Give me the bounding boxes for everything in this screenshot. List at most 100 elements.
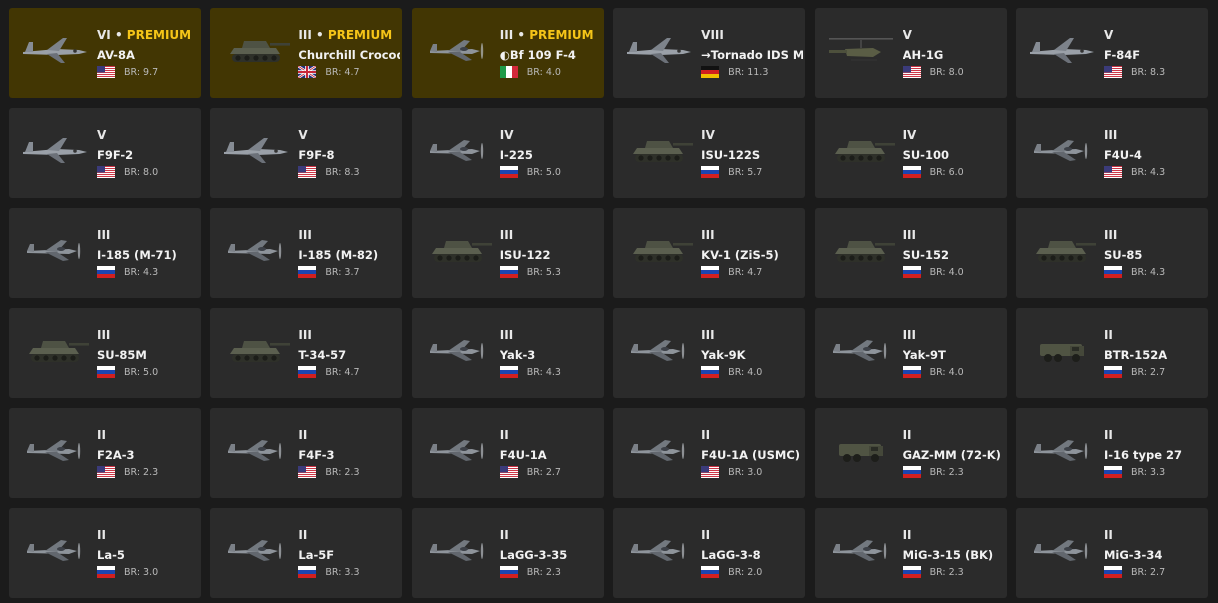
vehicle-card-33[interactable]: II LaGG-3-35 BR: 2.3 — [411, 508, 604, 598]
vehicle-info: VI • PREMIUM AV-8A BR: 9.7 — [97, 27, 199, 79]
vehicle-card-23[interactable]: III Yak-9T BR: 4.0 — [814, 308, 1007, 398]
br-line: BR: 8.0 — [902, 65, 1005, 79]
rank-label: V — [1103, 28, 1114, 42]
battle-rating: BR: 5.0 — [526, 166, 561, 178]
vehicle-card-10[interactable]: IV ISU-122S BR: 5.7 — [613, 108, 806, 198]
br-line: BR: 2.7 — [1103, 565, 1206, 579]
vehicle-card-28[interactable]: II F4U-1A (USMC) BR: 3.0 — [613, 408, 806, 498]
vehicle-info: V AH-1G BR: 8.0 — [902, 27, 1005, 79]
vehicle-card-21[interactable]: III Yak-3 BR: 4.3 — [411, 308, 604, 398]
br-line: BR: 3.0 — [701, 465, 803, 479]
vehicle-card-34[interactable]: II LaGG-3-8 BR: 2.0 — [613, 508, 806, 598]
vehicle-card-11[interactable]: IV SU-100 BR: 6.0 — [814, 108, 1007, 198]
rank-line: VIII — [701, 27, 803, 43]
vehicle-heli-icon — [823, 30, 899, 70]
vehicle-card-12[interactable]: III F4U-4 BR: 4.3 — [1015, 108, 1208, 198]
vehicle-card-18[interactable]: III SU-85 BR: 4.3 — [1015, 208, 1208, 298]
vehicle-name: →Tornado IDS MFG — [701, 48, 804, 62]
battle-rating: BR: 2.3 — [929, 566, 964, 578]
vehicle-card-17[interactable]: III SU-152 BR: 4.0 — [814, 208, 1007, 298]
vehicle-name: AV-8A — [97, 48, 135, 62]
br-line: BR: 5.7 — [701, 165, 803, 179]
vehicle-info: V F9F-8 BR: 8.3 — [298, 127, 400, 179]
vehicle-name: MiG-3-34 — [1103, 548, 1163, 562]
vehicle-card-14[interactable]: III I-185 (M-82) BR: 3.7 — [210, 208, 403, 298]
vehicle-name: Churchill Crocodile — [298, 48, 400, 62]
vehicle-card-29[interactable]: II GAZ-MM (72-K) BR: 2.3 — [814, 408, 1007, 498]
vehicle-info: II LaGG-3-35 BR: 2.3 — [499, 527, 602, 579]
vehicle-card-30[interactable]: II I-16 type 27 BR: 3.3 — [1015, 408, 1208, 498]
vehicle-prop-icon — [621, 530, 697, 570]
rank-label: V — [902, 28, 912, 42]
russia-flag-icon — [97, 266, 115, 278]
rank-line: II — [1104, 527, 1206, 543]
russia-flag-icon — [902, 266, 921, 278]
vehicle-info: II MiG-3-34 BR: 2.7 — [1103, 527, 1206, 579]
rank-line: II — [701, 527, 803, 543]
vehicle-card-24[interactable]: II BTR-152A BR: 2.7 — [1015, 308, 1208, 398]
vehicle-card-16[interactable]: III KV-1 (ZiS-5) BR: 4.7 — [613, 208, 806, 298]
vehicle-name: SU-100 — [902, 148, 949, 162]
br-line: BR: 4.3 — [1103, 265, 1206, 279]
battle-rating: BR: 4.0 — [929, 266, 964, 278]
rank-line: II — [701, 427, 803, 443]
vehicle-info: III F4U-4 BR: 4.3 — [1103, 127, 1206, 179]
russia-flag-icon — [499, 166, 518, 178]
vehicle-card-6[interactable]: V F-84F BR: 8.3 — [1015, 8, 1208, 98]
rank-line: III — [97, 227, 199, 243]
usa-flag-icon — [701, 466, 720, 478]
usa-flag-icon — [1103, 166, 1122, 178]
vehicle-card-26[interactable]: II F4F-3 BR: 2.3 — [210, 408, 403, 498]
vehicle-name: Yak-3 — [499, 348, 536, 362]
vehicle-info: IV I-225 BR: 5.0 — [499, 127, 602, 179]
vehicle-card-27[interactable]: II F4U-1A BR: 2.7 — [411, 408, 604, 498]
vehicle-info: VIII →Tornado IDS MFG BR: 11.3 — [701, 27, 803, 79]
vehicle-card-8[interactable]: V F9F-8 BR: 8.3 — [210, 108, 403, 198]
vehicle-card-36[interactable]: II MiG-3-34 BR: 2.7 — [1015, 508, 1208, 598]
vehicle-card-2[interactable]: III • PREMIUM Churchill Crocodile BR: 4.… — [210, 8, 403, 98]
vehicle-prop-icon — [420, 30, 496, 70]
vehicle-info: II I-16 type 27 BR: 3.3 — [1103, 427, 1206, 479]
vehicle-card-20[interactable]: III T-34-57 BR: 4.7 — [210, 308, 403, 398]
vehicle-card-3[interactable]: III • PREMIUM ◐Bf 109 F-4 BR: 4.0 — [411, 8, 604, 98]
vehicle-name: T-34-57 — [298, 348, 347, 362]
vehicle-card-5[interactable]: V AH-1G BR: 8.0 — [814, 8, 1007, 98]
vehicle-card-35[interactable]: II MiG-3-15 (BK) BR: 2.3 — [814, 508, 1007, 598]
russia-flag-icon — [1103, 566, 1122, 578]
vehicle-card-9[interactable]: IV I-225 BR: 5.0 — [411, 108, 604, 198]
rank-label: IV — [701, 128, 715, 142]
vehicle-info: II MiG-3-15 (BK) BR: 2.3 — [902, 527, 1005, 579]
vehicle-info: III SU-85 BR: 4.3 — [1103, 227, 1206, 279]
vehicle-card-15[interactable]: III ISU-122 BR: 5.3 — [411, 208, 604, 298]
br-line: BR: 5.0 — [97, 365, 199, 379]
br-line: BR: 4.0 — [499, 65, 602, 79]
vehicle-card-32[interactable]: II La-5F BR: 3.3 — [210, 508, 403, 598]
vehicle-card-1[interactable]: VI • PREMIUM AV-8A BR: 9.7 — [9, 8, 201, 98]
br-line: BR: 3.3 — [1103, 465, 1206, 479]
vehicle-info: II La-5 BR: 3.0 — [97, 527, 199, 579]
vehicle-card-22[interactable]: III Yak-9K BR: 4.0 — [613, 308, 806, 398]
rank-label: III — [499, 228, 514, 242]
vehicle-info: II F4U-1A BR: 2.7 — [499, 427, 602, 479]
rank-label: IV — [902, 128, 917, 142]
russia-flag-icon — [1103, 366, 1122, 378]
vehicle-card-13[interactable]: III I-185 (M-71) BR: 4.3 — [9, 208, 201, 298]
rank-label: III — [902, 228, 916, 242]
battle-rating: BR: 4.0 — [929, 366, 964, 378]
vehicle-card-31[interactable]: II La-5 BR: 3.0 — [9, 508, 201, 598]
vehicle-info: III SU-85M BR: 5.0 — [97, 327, 199, 379]
vehicle-card-19[interactable]: III SU-85M BR: 5.0 — [9, 308, 201, 398]
premium-label: PREMIUM — [327, 28, 393, 42]
br-line: BR: 2.3 — [902, 565, 1005, 579]
vehicle-tank-icon — [218, 330, 294, 370]
vehicle-card-4[interactable]: VIII →Tornado IDS MFG BR: 11.3 — [613, 8, 806, 98]
rank-label: VIII — [701, 28, 724, 42]
rank-label: V — [97, 128, 107, 142]
br-line: BR: 2.7 — [1103, 365, 1206, 379]
vehicle-card-25[interactable]: II F2A-3 BR: 2.3 — [9, 408, 201, 498]
vehicle-info: III I-185 (M-82) BR: 3.7 — [298, 227, 400, 279]
rank-line: II — [298, 527, 400, 543]
vehicle-card-7[interactable]: V F9F-2 BR: 8.0 — [9, 108, 201, 198]
vehicle-name: SU-85 — [1103, 248, 1143, 262]
rank-line: III • PREMIUM — [500, 27, 602, 43]
